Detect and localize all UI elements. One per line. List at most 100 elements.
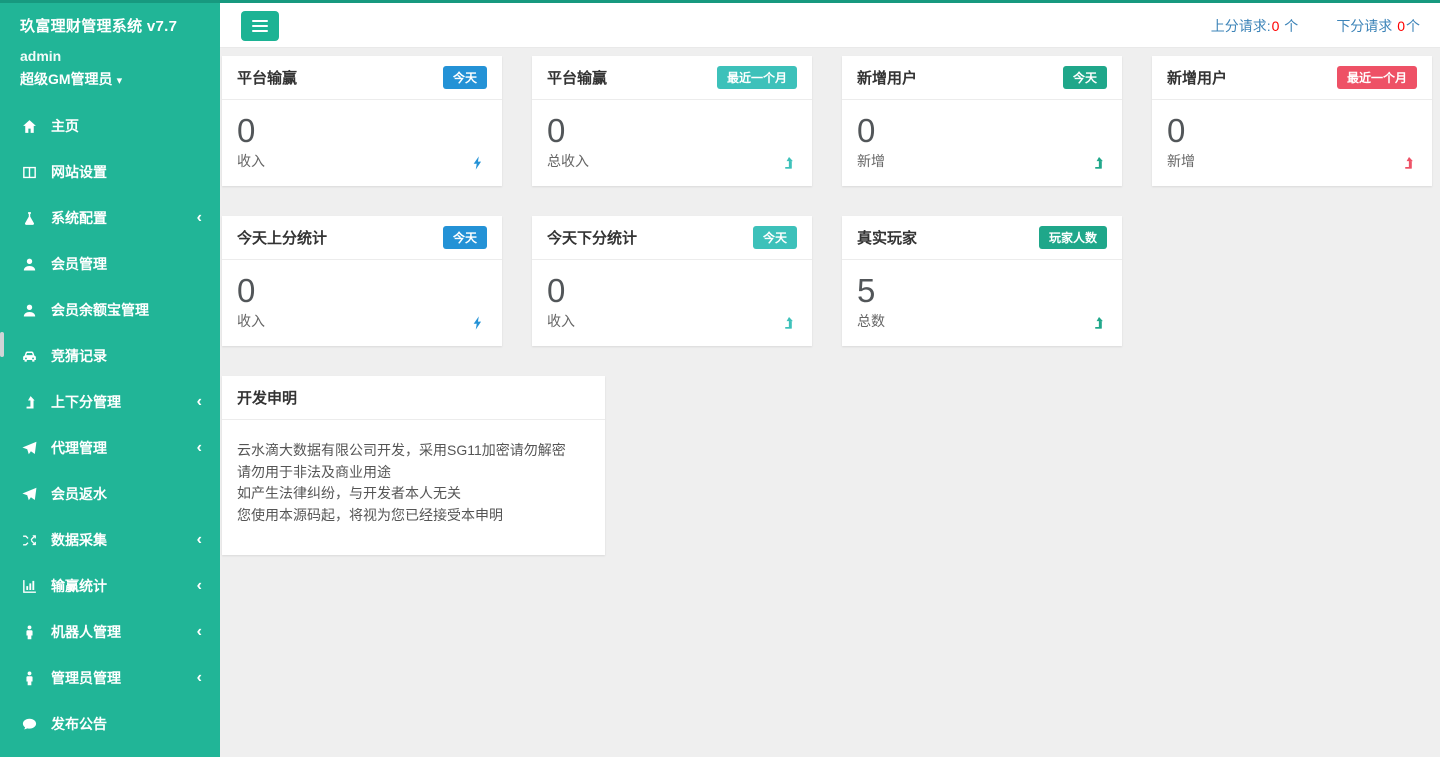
paper-plane-icon bbox=[20, 485, 38, 503]
chevron-left-icon: ‹ bbox=[197, 578, 202, 594]
role-label: 超级GM管理员 bbox=[20, 71, 113, 87]
stat-value: 0 bbox=[547, 112, 797, 150]
username: admin bbox=[20, 48, 200, 64]
stat-label: 收入 bbox=[237, 151, 487, 171]
shuffle-icon bbox=[20, 531, 38, 549]
columns-icon bbox=[20, 163, 38, 181]
stat-card-platform-winlose-month: 平台输赢最近一个月 0总收入 bbox=[532, 56, 812, 186]
sidebar-item-guess-records[interactable]: 竞猜记录 bbox=[0, 333, 220, 379]
chevron-left-icon: ‹ bbox=[197, 532, 202, 548]
sidebar-item-agent-management[interactable]: 代理管理‹ bbox=[0, 425, 220, 471]
sidebar-item-label: 发布公告 bbox=[51, 714, 107, 734]
sidebar-item-label: 主页 bbox=[51, 116, 79, 136]
sidebar-item-label: 系统配置 bbox=[51, 208, 107, 228]
sidebar-toggle-button[interactable] bbox=[241, 11, 279, 41]
developer-notice-card: 开发申明 云水滴大数据有限公司开发，采用SG11加密请勿解密 请勿用于非法及商业… bbox=[222, 376, 605, 555]
card-title: 新增用户 bbox=[1167, 67, 1227, 88]
sidebar-item-admin-management[interactable]: 管理员管理 ‹ bbox=[0, 655, 220, 701]
badge-today: 今天 bbox=[753, 226, 797, 249]
sidebar-item-label: 会员管理 bbox=[51, 254, 107, 274]
sidebar-item-data-collection[interactable]: 数据采集‹ bbox=[0, 517, 220, 563]
sidebar-item-label: 会员余额宝管理 bbox=[51, 300, 149, 320]
down-score-request[interactable]: 下分请求 0个 bbox=[1336, 16, 1420, 36]
up-score-request[interactable]: 上分请求:0 个 bbox=[1211, 16, 1299, 36]
user-icon bbox=[20, 255, 38, 273]
up-score-request-label: 上分请求: bbox=[1211, 18, 1271, 34]
badge-last-month: 最近一个月 bbox=[1337, 66, 1417, 89]
stat-card-new-users-month: 新增用户 最近一个月 0新增 bbox=[1152, 56, 1432, 186]
level-up-icon bbox=[780, 155, 796, 171]
stat-row-2: 今天上分统计今天 0收入 今天下分统计今天 0收入 真实玩家玩家人数 5总数 bbox=[222, 216, 1432, 346]
up-score-request-unit: 个 bbox=[1280, 18, 1298, 34]
notice-line: 您使用本源码起，将视为您已经接受本申明 bbox=[237, 505, 590, 527]
sidebar-item-label: 会员返水 bbox=[51, 484, 107, 504]
stat-row-1: 平台输赢今天 0收入 平台输赢最近一个月 0总收入 新增用户今天 0新增 新增用… bbox=[222, 56, 1432, 186]
caret-down-icon: ▾ bbox=[117, 75, 123, 87]
stat-card-real-players: 真实玩家玩家人数 5总数 bbox=[842, 216, 1122, 346]
topbar: 上分请求:0 个 下分请求 0个 bbox=[220, 3, 1440, 48]
user-icon bbox=[20, 301, 38, 319]
flask-icon bbox=[20, 209, 38, 227]
level-up-icon bbox=[1090, 315, 1106, 331]
sidebar-item-member-management[interactable]: 会员管理 bbox=[0, 241, 220, 287]
notice-row: 开发申明 云水滴大数据有限公司开发，采用SG11加密请勿解密 请勿用于非法及商业… bbox=[222, 376, 1432, 555]
stat-label: 新增 bbox=[857, 151, 1107, 171]
up-score-request-count: 0 bbox=[1271, 18, 1281, 34]
sidebar-item-updown-score[interactable]: 上下分管理‹ bbox=[0, 379, 220, 425]
stat-value: 5 bbox=[857, 272, 1107, 310]
sidebar-item-label: 管理员管理 bbox=[51, 668, 121, 688]
badge-player-count: 玩家人数 bbox=[1039, 226, 1107, 249]
comment-icon bbox=[20, 715, 38, 733]
stat-card-today-up-score: 今天上分统计 今天 0收入 bbox=[222, 216, 502, 346]
stat-card-platform-winlose-today: 平台输赢今天 0收入 bbox=[222, 56, 502, 186]
level-up-icon bbox=[1400, 155, 1416, 171]
home-icon bbox=[20, 117, 38, 135]
stat-label: 收入 bbox=[547, 311, 797, 331]
card-title: 今天下分统计 bbox=[547, 227, 637, 248]
sidebar-item-home[interactable]: 主页 bbox=[0, 103, 220, 149]
stat-card-new-users-today: 新增用户今天 0新增 bbox=[842, 56, 1122, 186]
chevron-left-icon: ‹ bbox=[197, 670, 202, 686]
stat-value: 0 bbox=[237, 112, 487, 150]
card-title: 新增用户 bbox=[857, 67, 917, 88]
badge-today: 今天 bbox=[443, 66, 487, 89]
stat-label: 新增 bbox=[1167, 151, 1417, 171]
chevron-left-icon: ‹ bbox=[197, 210, 202, 226]
role-dropdown[interactable]: 超级GM管理员 ▾ bbox=[20, 69, 200, 89]
sidebar-item-label: 竞猜记录 bbox=[51, 346, 107, 366]
stat-value: 0 bbox=[237, 272, 487, 310]
badge-last-month: 最近一个月 bbox=[717, 66, 797, 89]
bolt-icon bbox=[470, 315, 486, 331]
sidebar-item-system-config[interactable]: 系统配置 ‹ bbox=[0, 195, 220, 241]
stat-value: 0 bbox=[1167, 112, 1417, 150]
notice-line: 请勿用于非法及商业用途 bbox=[237, 462, 590, 484]
sidebar-item-label: 机器人管理 bbox=[51, 622, 121, 642]
sidebar-item-member-yuebao[interactable]: 会员余额宝管理 bbox=[0, 287, 220, 333]
level-up-icon bbox=[20, 393, 38, 411]
stat-label: 总收入 bbox=[547, 151, 797, 171]
sidebar-item-publish-announcement[interactable]: 发布公告 bbox=[0, 701, 220, 747]
sidebar-menu: 主页 网站设置 系统配置 ‹ 会员管理 会员余额宝管理 竞猜记录 上下分管理‹ 代… bbox=[0, 103, 220, 747]
sidebar: 玖富理财管理系统 v7.7 admin 超级GM管理员 ▾ 主页 网站设置 系统配… bbox=[0, 0, 220, 757]
sidebar-item-site-settings[interactable]: 网站设置 bbox=[0, 149, 220, 195]
chevron-left-icon: ‹ bbox=[197, 624, 202, 640]
badge-today: 今天 bbox=[443, 226, 487, 249]
sidebar-item-winlose-stats[interactable]: 输赢统计 ‹ bbox=[0, 563, 220, 609]
bolt-icon bbox=[470, 155, 486, 171]
person-icon bbox=[20, 669, 38, 687]
level-up-icon bbox=[780, 315, 796, 331]
stat-label: 收入 bbox=[237, 311, 487, 331]
stat-card-today-down-score: 今天下分统计今天 0收入 bbox=[532, 216, 812, 346]
stat-value: 0 bbox=[857, 112, 1107, 150]
down-score-request-unit: 个 bbox=[1406, 18, 1420, 34]
bar-chart-icon bbox=[20, 577, 38, 595]
sidebar-item-member-rebate[interactable]: 会员返水 bbox=[0, 471, 220, 517]
card-title: 今天上分统计 bbox=[237, 227, 327, 248]
app-title: 玖富理财管理系统 v7.7 bbox=[20, 15, 200, 36]
sidebar-item-label: 输赢统计 bbox=[51, 576, 107, 596]
chevron-left-icon: ‹ bbox=[197, 394, 202, 410]
paper-plane-icon bbox=[20, 439, 38, 457]
sidebar-item-label: 网站设置 bbox=[51, 162, 107, 182]
sidebar-scrollbar-thumb[interactable] bbox=[0, 332, 4, 357]
sidebar-item-robot-management[interactable]: 机器人管理 ‹ bbox=[0, 609, 220, 655]
